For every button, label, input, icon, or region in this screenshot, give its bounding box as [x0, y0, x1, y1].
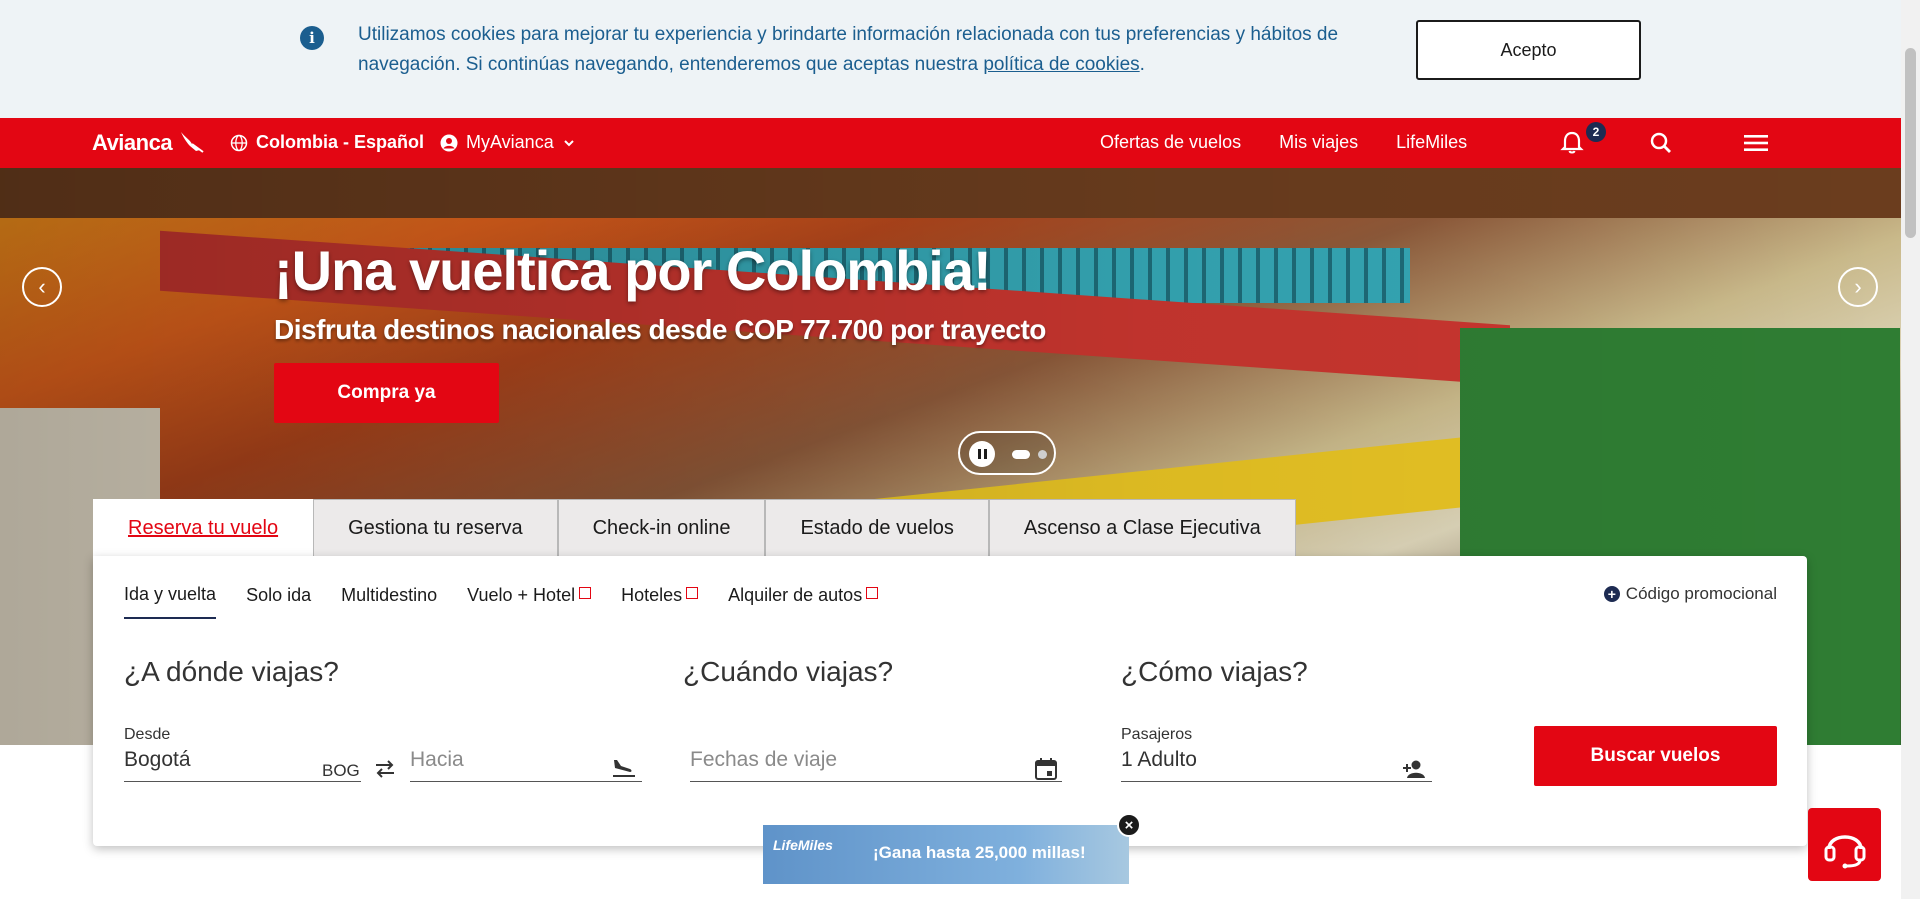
- how-title: ¿Cómo viajas?: [1121, 656, 1308, 687]
- tab-check-in[interactable]: Check-in online: [557, 499, 766, 556]
- swap-arrows-icon[interactable]: [372, 756, 398, 782]
- plus-circle-icon: +: [1603, 586, 1620, 602]
- external-link-icon: [686, 586, 699, 599]
- hamburger-menu-icon[interactable]: [1743, 131, 1769, 155]
- subtab-multidestino[interactable]: Multidestino: [341, 584, 437, 619]
- destination-field[interactable]: Hacia: [410, 748, 642, 782]
- where-title: ¿A dónde viajas?: [124, 656, 339, 687]
- carousel-prev-button[interactable]: ‹: [22, 267, 62, 307]
- accept-cookies-button[interactable]: Acepto: [1416, 20, 1641, 80]
- myavianca-menu[interactable]: MyAvianca: [440, 132, 576, 153]
- cookie-message: Utilizamos cookies para mejorar tu exper…: [358, 20, 1378, 80]
- info-icon: i: [300, 26, 324, 50]
- support-chat-button[interactable]: [1808, 808, 1881, 881]
- myavianca-label: MyAvianca: [466, 132, 554, 152]
- globe-icon: [230, 134, 248, 151]
- language-selector[interactable]: Colombia - Español: [230, 132, 424, 153]
- subtab-label: Solo ida: [246, 585, 312, 605]
- passengers-field[interactable]: 1 Adulto: [1121, 748, 1432, 782]
- cookie-banner: i Utilizamos cookies para mejorar tu exp…: [0, 0, 1901, 118]
- tab-gestiona[interactable]: Gestiona tu reserva: [313, 499, 558, 556]
- promo-code-label: Código promocional: [1625, 584, 1777, 603]
- booking-panel: Ida y vuelta Solo ida Multidestino Vuelo…: [93, 556, 1807, 846]
- avianca-logo[interactable]: Avianca: [92, 130, 173, 156]
- chevron-down-icon: [564, 139, 574, 146]
- buy-now-button[interactable]: Compra ya: [274, 363, 499, 423]
- add-person-icon: [1403, 760, 1425, 778]
- trip-type-tabs: Ida y vuelta Solo ida Multidestino Vuelo…: [124, 584, 879, 619]
- bell-icon[interactable]: [1557, 128, 1587, 158]
- search-flights-button[interactable]: Buscar vuelos: [1534, 726, 1777, 786]
- subtab-ida-vuelta[interactable]: Ida y vuelta: [124, 584, 217, 619]
- lifemiles-logo: LifeMiles: [773, 837, 833, 853]
- nav-links: Ofertas de vuelos Mis viajes LifeMiles: [1100, 132, 1467, 153]
- close-icon[interactable]: ×: [1117, 813, 1141, 837]
- when-title: ¿Cuándo viajas?: [683, 656, 894, 687]
- scrollbar-thumb[interactable]: [1905, 48, 1916, 238]
- passengers-label: Pasajeros: [1121, 726, 1193, 743]
- external-link-icon: [866, 586, 879, 599]
- hero-title: ¡Una vueltica por Colombia!: [274, 239, 992, 302]
- carousel-dot-1[interactable]: [1012, 450, 1030, 459]
- plane-landing-icon: [613, 760, 635, 777]
- nav-link-mis-viajes[interactable]: Mis viajes: [1279, 132, 1358, 153]
- avianca-bird-icon: [181, 132, 204, 153]
- lifemiles-banner[interactable]: LifeMiles ¡Gana hasta 25,000 millas!: [763, 825, 1129, 884]
- pause-icon[interactable]: [969, 441, 995, 467]
- language-label: Colombia - Español: [256, 132, 425, 152]
- notification-badge: 2: [1586, 122, 1606, 142]
- subtab-label: Ida y vuelta: [124, 584, 217, 604]
- user-icon: [440, 134, 458, 151]
- subtab-label: Hoteles: [621, 585, 683, 605]
- external-link-icon: [579, 586, 592, 599]
- cookie-text: Utilizamos cookies para mejorar tu exper…: [358, 24, 1339, 75]
- subtab-hoteles[interactable]: Hoteles: [621, 584, 699, 619]
- calendar-icon: [1035, 758, 1057, 780]
- headset-icon: [1824, 834, 1865, 868]
- subtab-alquiler-autos[interactable]: Alquiler de autos: [728, 584, 879, 619]
- top-navbar: Avianca Colombia - Español MyAvianca Ofe…: [0, 118, 1901, 168]
- subtab-label: Multidestino: [341, 585, 438, 605]
- subtab-solo-ida[interactable]: Solo ida: [246, 584, 311, 619]
- nav-link-lifemiles[interactable]: LifeMiles: [1396, 132, 1467, 153]
- tab-estado[interactable]: Estado de vuelos: [765, 499, 989, 556]
- carousel-pager: [958, 431, 1056, 475]
- tab-reserva[interactable]: Reserva tu vuelo: [93, 499, 314, 556]
- hero-subtitle: Disfruta destinos nacionales desde COP 7…: [274, 314, 1046, 345]
- chevron-right-icon: ›: [1854, 274, 1862, 299]
- booking-tabs: Reserva tu vuelo Gestiona tu reserva Che…: [93, 499, 1296, 556]
- origin-code: BOG: [322, 761, 360, 780]
- origin-label: Desde: [124, 726, 171, 743]
- cookie-text-end: .: [1139, 54, 1145, 75]
- nav-link-ofertas[interactable]: Ofertas de vuelos: [1100, 132, 1241, 153]
- carousel-dot-2[interactable]: [1038, 450, 1047, 459]
- chevron-left-icon: ‹: [38, 274, 46, 299]
- tab-ascenso[interactable]: Ascenso a Clase Ejecutiva: [988, 499, 1296, 556]
- subtab-vuelo-hotel[interactable]: Vuelo + Hotel: [467, 584, 592, 619]
- promo-code-link[interactable]: + Código promocional: [1603, 584, 1777, 604]
- lifemiles-promo-text: ¡Gana hasta 25,000 millas!: [873, 843, 1086, 862]
- page-scrollbar[interactable]: [1901, 0, 1920, 899]
- carousel-next-button[interactable]: ›: [1838, 267, 1878, 307]
- subtab-label: Alquiler de autos: [728, 585, 863, 605]
- search-icon[interactable]: [1648, 130, 1674, 156]
- subtab-label: Vuelo + Hotel: [467, 585, 576, 605]
- cookie-policy-link[interactable]: política de cookies: [983, 54, 1139, 75]
- dates-field[interactable]: Fechas de viaje: [690, 748, 1062, 782]
